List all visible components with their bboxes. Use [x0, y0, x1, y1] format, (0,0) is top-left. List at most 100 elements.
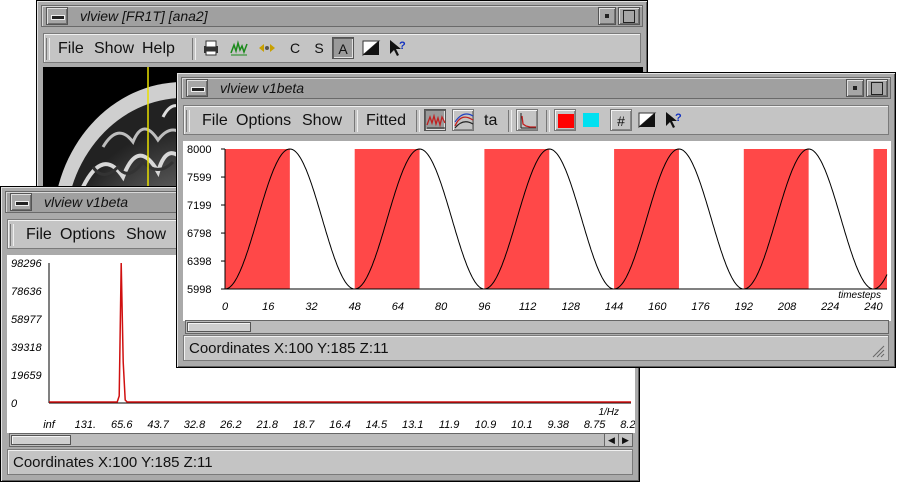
x-tick-label: 192 [735, 301, 753, 313]
x-tick-label: 14.5 [366, 419, 388, 431]
timecourse-window-title: vlview v1beta [220, 80, 305, 96]
spectrum-statusbar: Coordinates X:100 Y:185 Z:11 [7, 449, 633, 475]
timecourse-chart: 8000 7599 7199 6798 6398 5998 0 16 32 48 64 80 96 112… [187, 144, 888, 313]
stimulus-block [873, 149, 887, 289]
contrast-icon[interactable] [360, 37, 382, 59]
window-menu-button[interactable] [186, 79, 208, 97]
brain-window-menubar: File Show Help C S A ? [43, 33, 641, 63]
y-tick-label: 5998 [187, 284, 211, 296]
x-axis-label: 1/Hz [598, 407, 619, 418]
red-color-swatch[interactable] [554, 109, 576, 131]
menu-show[interactable]: Show [126, 226, 166, 244]
axial-button[interactable]: A [332, 37, 354, 59]
timecourse-window-menubar: File Options Show Fitted ta # ? [183, 105, 889, 135]
x-tick-label: 16.4 [329, 419, 350, 431]
x-tick-label: 26.2 [219, 419, 241, 431]
y-tick-label: 98296 [11, 258, 42, 270]
menu-options[interactable]: Options [60, 226, 115, 244]
menu-file[interactable]: File [202, 112, 228, 130]
x-tick-label: 43.7 [147, 419, 169, 431]
x-tick-label: 96 [478, 301, 491, 313]
svg-text:?: ? [675, 112, 682, 124]
brain-window-titlebar[interactable]: vlview [FR1T] [ana2] [41, 5, 643, 27]
x-tick-label: 240 [863, 301, 883, 313]
y-tick-label: 7199 [187, 200, 211, 212]
x-tick-label: 131. [75, 419, 96, 431]
help-cursor-icon[interactable]: ? [386, 37, 408, 59]
brain-window-title: vlview [FR1T] [ana2] [80, 8, 208, 24]
x-tick-label: 65.6 [111, 419, 133, 431]
sagittal-button[interactable]: S [308, 37, 330, 59]
contrast-icon[interactable] [636, 109, 658, 131]
x-tick-label: 112 [519, 301, 537, 313]
x-tick-label: 18.7 [293, 419, 315, 431]
window-menu-button[interactable] [46, 7, 68, 25]
minimize-button[interactable] [598, 7, 616, 25]
y-tick-label: 6798 [187, 228, 211, 240]
maximize-button[interactable] [618, 7, 640, 25]
scrollbar-thumb[interactable] [11, 435, 71, 445]
scrollbar-thumb[interactable] [187, 322, 251, 332]
cyan-color-swatch[interactable] [580, 109, 602, 131]
overlay-signal-icon[interactable] [452, 109, 474, 131]
y-tick-label: 7599 [187, 172, 211, 184]
print-icon[interactable] [200, 37, 222, 59]
spectrum-scrollbar[interactable]: ◀ ▶ [9, 433, 633, 447]
x-tick-label: 176 [691, 301, 710, 313]
x-tick-label: 13.1 [402, 419, 423, 431]
x-tick-label: 32 [305, 301, 317, 313]
y-tick-label: 78636 [11, 286, 42, 298]
timecourse-scrollbar[interactable] [185, 320, 889, 334]
timecourse-window-titlebar[interactable]: vlview v1beta [181, 77, 891, 99]
timecourse-window: vlview v1beta File Options Show Fitted t… [176, 72, 896, 368]
x-tick-label: 0 [222, 301, 229, 313]
menu-options[interactable]: Options [236, 112, 291, 130]
window-menu-button[interactable] [10, 193, 32, 211]
svg-text:?: ? [399, 40, 406, 52]
scroll-left-icon[interactable]: ◀ [604, 434, 618, 446]
timecourse-statusbar: Coordinates X:100 Y:185 Z:11 [183, 335, 889, 361]
x-tick-label: 8.20 [620, 419, 635, 431]
x-tick-label: 16 [262, 301, 275, 313]
y-tick-label: 19659 [11, 370, 42, 382]
maximize-button[interactable] [866, 79, 888, 97]
x-axis-label: timesteps [838, 290, 881, 301]
timecourse-icon[interactable] [228, 37, 250, 59]
y-tick-label: 39318 [11, 342, 42, 354]
timecourse-plot[interactable]: 8000 7599 7199 6798 6398 5998 0 16 32 48 64 80 96 112… [183, 141, 891, 321]
grid-toggle-button[interactable]: # [610, 109, 632, 131]
fitted-button[interactable]: Fitted [366, 112, 406, 130]
coronal-button[interactable]: C [284, 37, 306, 59]
x-tick-label: 48 [349, 301, 362, 313]
coordinates-readout: Coordinates X:100 Y:185 Z:11 [13, 454, 213, 471]
x-tick-label: 64 [392, 301, 404, 313]
x-tick-label: 8.75 [584, 419, 606, 431]
resize-grip-icon[interactable] [871, 344, 885, 358]
ta-button[interactable]: ta [484, 112, 497, 130]
scroll-right-icon[interactable]: ▶ [618, 434, 632, 446]
x-tick-label: 128 [562, 301, 581, 313]
menu-file[interactable]: File [26, 226, 52, 244]
x-tick-label: 9.38 [548, 419, 570, 431]
menu-help[interactable]: Help [142, 40, 175, 58]
help-cursor-icon[interactable]: ? [662, 109, 684, 131]
minimize-button[interactable] [846, 79, 864, 97]
y-tick-label: 6398 [187, 256, 211, 268]
zoom-arrows-icon[interactable] [256, 37, 278, 59]
x-tick-label: 144 [605, 301, 623, 313]
menu-show[interactable]: Show [94, 40, 134, 58]
x-tick-label: 160 [648, 301, 667, 313]
y-tick-label: 58977 [11, 314, 42, 326]
histogram-icon[interactable] [516, 109, 538, 131]
menu-show[interactable]: Show [302, 112, 342, 130]
x-tick-label: 224 [820, 301, 839, 313]
x-tick-label: 80 [435, 301, 448, 313]
x-tick-label: 208 [777, 301, 797, 313]
raw-signal-icon[interactable] [424, 109, 446, 131]
x-tick-label: 10.9 [475, 419, 496, 431]
y-tick-label: 8000 [187, 144, 211, 156]
x-tick-label: inf [43, 419, 56, 431]
menu-file[interactable]: File [58, 40, 84, 58]
y-tick-label: 0 [11, 398, 18, 410]
x-tick-label: 21.8 [256, 419, 279, 431]
